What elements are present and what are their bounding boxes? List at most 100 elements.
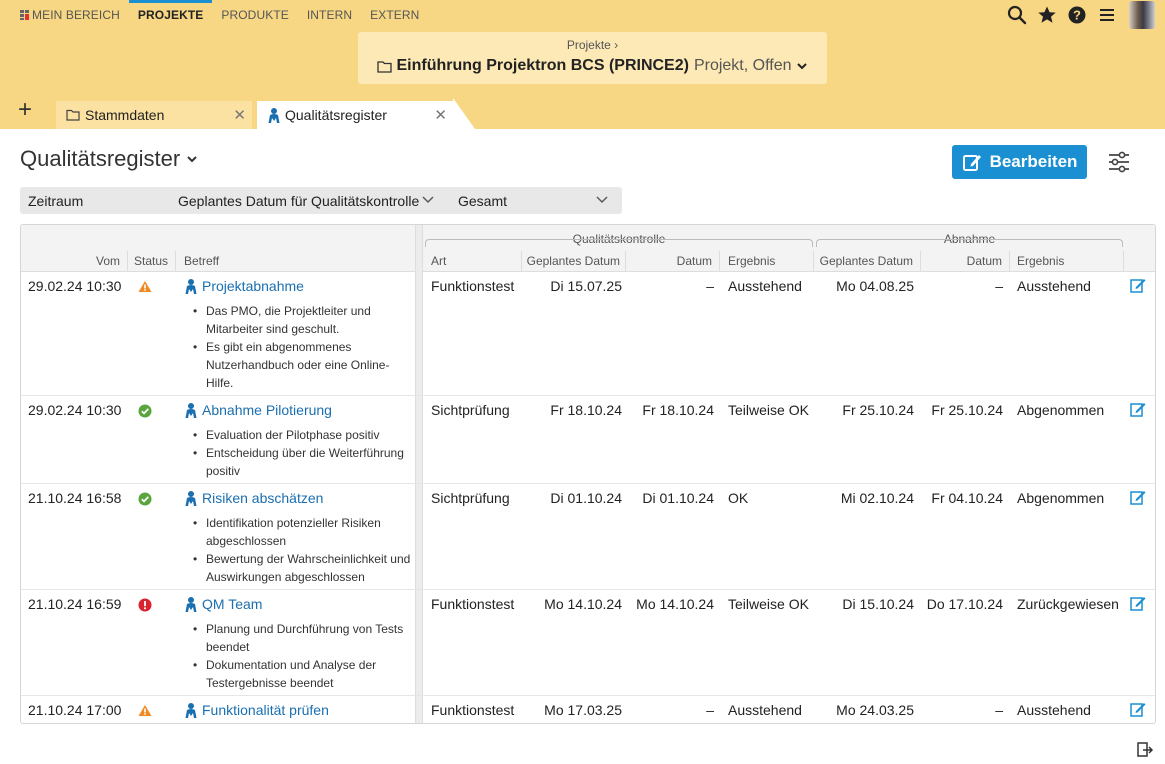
help-icon[interactable]: ?	[1067, 5, 1087, 25]
nav-label: MEIN BEREICH	[32, 8, 120, 22]
cell-acceptance-date: –	[995, 278, 1003, 294]
criteria-list: Planung und Durchführung von Tests beend…	[193, 620, 416, 692]
table-row[interactable]: 29.02.24 10:30 Abnahme Pilotierung Evaluat…	[21, 396, 1155, 484]
edit-button[interactable]: Bearbeiten	[952, 145, 1087, 179]
criteria-list: Das PMO, die Projektleiter und Mitarbeit…	[193, 302, 416, 392]
table-row[interactable]: 29.02.24 10:30 Projektabnahme Das PMO, die…	[21, 272, 1155, 396]
star-icon[interactable]	[1037, 5, 1057, 25]
close-icon[interactable]: ✕	[233, 106, 246, 124]
list-item: Identifikation potenzieller Risiken abge…	[193, 514, 416, 550]
view-settings-icon[interactable]	[1108, 151, 1130, 173]
column-separator[interactable]	[1123, 251, 1124, 271]
list-item: Evaluation der Pilotphase positiv	[193, 426, 416, 444]
edit-row-icon[interactable]	[1130, 401, 1146, 417]
filter-field-select[interactable]: Geplantes Datum für Qualitätskontrolle	[178, 193, 419, 209]
cell-betreff-link[interactable]: Funktionalität prüfen	[184, 702, 329, 718]
top-actions: ?	[1007, 0, 1155, 30]
warning-icon	[138, 704, 152, 717]
edit-row-icon[interactable]	[1130, 277, 1146, 293]
table-header: Qualitätskontrolle Abnahme Vom Status Be…	[21, 225, 1155, 272]
cell-acceptance-date: –	[995, 702, 1003, 718]
cell-acceptance-planned: Mi 02.10.24	[840, 490, 914, 506]
col-betreff[interactable]: Betreff	[184, 254, 219, 268]
page-title-text: Qualitätsregister	[20, 146, 181, 171]
column-separator[interactable]	[521, 251, 522, 271]
add-tab-button[interactable]: +	[18, 98, 40, 123]
edit-row-icon[interactable]	[1130, 701, 1146, 717]
nav-extern[interactable]: EXTERN	[361, 0, 428, 30]
col-art[interactable]: Art	[431, 254, 446, 268]
betreff-label: Funktionalität prüfen	[202, 702, 329, 718]
breadcrumb-parent[interactable]: Projekte ›	[358, 38, 827, 52]
chevron-down-icon	[187, 156, 197, 163]
table-row[interactable]: 21.10.24 17:00 Funktionalität prüfen Funkt…	[21, 696, 1155, 723]
filter-range-select[interactable]: Gesamt	[458, 193, 507, 209]
cell-quality-planned: Mo 17.03.25	[544, 702, 622, 718]
col-acceptance-result[interactable]: Ergebnis	[1017, 254, 1064, 268]
list-item: Entscheidung über die Weiterführung posi…	[193, 444, 416, 480]
tab-qualitaetsregister[interactable]: Qualitätsregister ✕	[257, 101, 453, 129]
nav-label: EXTERN	[370, 8, 420, 22]
betreff-label: Projektabnahme	[202, 278, 304, 294]
column-separator[interactable]	[175, 251, 176, 271]
table-row[interactable]: 21.10.24 16:58 Risiken abschätzen Identifi…	[21, 484, 1155, 590]
col-quality-date[interactable]: Datum	[627, 254, 712, 268]
table-row[interactable]: 21.10.24 16:59 QM Team Planung und Durchfü…	[21, 590, 1155, 696]
list-item: Planung und Durchführung von Tests beend…	[193, 620, 416, 656]
cell-quality-date: Mo 14.10.24	[636, 596, 714, 612]
svg-text:?: ?	[1073, 8, 1081, 23]
cell-quality-date: –	[706, 278, 714, 294]
cell-betreff-link[interactable]: Projektabnahme	[184, 278, 304, 294]
column-separator[interactable]	[920, 251, 921, 271]
nav-mein-bereich[interactable]: MEIN BEREICH	[20, 0, 129, 30]
col-quality-planned[interactable]: Geplantes Datum	[523, 254, 620, 268]
cell-quality-planned: Mo 14.10.24	[544, 596, 622, 612]
nav-produkte[interactable]: PRODUKTE	[212, 0, 297, 30]
cell-art: Sichtprüfung	[431, 490, 510, 506]
quality-register-table: Qualitätskontrolle Abnahme Vom Status Be…	[20, 224, 1156, 724]
cell-quality-date: Fr 18.10.24	[642, 402, 714, 418]
edit-row-icon[interactable]	[1130, 489, 1146, 505]
column-separator[interactable]	[625, 251, 626, 271]
cell-acceptance-planned: Mo 04.08.25	[836, 278, 914, 294]
nav-label: PRODUKTE	[221, 8, 289, 22]
col-acceptance-planned[interactable]: Geplantes Datum	[816, 254, 913, 268]
tab-label: Qualitätsregister	[285, 107, 387, 123]
cell-acceptance-planned: Fr 25.10.24	[842, 402, 914, 418]
cell-vom: 29.02.24 10:30	[28, 402, 122, 418]
edit-row-icon[interactable]	[1130, 595, 1146, 611]
person-icon	[268, 108, 280, 123]
cell-betreff-link[interactable]: Risiken abschätzen	[184, 490, 323, 506]
tab-stammdaten[interactable]: Stammdaten ✕	[56, 101, 252, 129]
close-icon[interactable]: ✕	[434, 106, 447, 124]
cell-betreff-link[interactable]: Abnahme Pilotierung	[184, 402, 332, 418]
cell-quality-result: Teilweise OK	[728, 402, 809, 418]
column-separator[interactable]	[127, 251, 128, 271]
col-status[interactable]: Status	[134, 254, 168, 268]
filter-label: Zeitraum	[28, 193, 84, 209]
col-quality-result[interactable]: Ergebnis	[728, 254, 775, 268]
project-title[interactable]: Einführung Projektron BCS (PRINCE2) Proj…	[358, 57, 827, 75]
cell-acceptance-date: Do 17.10.24	[926, 596, 1003, 612]
column-separator[interactable]	[1009, 251, 1010, 271]
cell-quality-date: –	[706, 702, 714, 718]
hamburger-menu-icon[interactable]	[1097, 5, 1117, 25]
user-avatar[interactable]	[1129, 1, 1155, 29]
nav-projekte[interactable]: PROJEKTE	[128, 0, 213, 30]
page-title[interactable]: Qualitätsregister	[20, 146, 198, 172]
betreff-label: Risiken abschätzen	[202, 490, 324, 506]
search-icon[interactable]	[1007, 5, 1027, 25]
column-separator[interactable]	[719, 251, 720, 271]
cell-quality-planned: Di 15.07.25	[550, 278, 622, 294]
col-acceptance-date[interactable]: Datum	[922, 254, 1002, 268]
list-item: Das PMO, die Projektleiter und Mitarbeit…	[193, 302, 416, 338]
export-icon[interactable]	[1134, 739, 1154, 759]
column-separator[interactable]	[813, 251, 814, 271]
cell-vom: 21.10.24 16:59	[28, 596, 122, 612]
col-vom[interactable]: Vom	[21, 254, 120, 268]
nav-intern[interactable]: INTERN	[298, 0, 361, 30]
edit-button-label: Bearbeiten	[989, 152, 1078, 171]
cell-quality-planned: Fr 18.10.24	[550, 402, 622, 418]
person-icon	[184, 702, 198, 718]
cell-betreff-link[interactable]: QM Team	[184, 596, 262, 612]
